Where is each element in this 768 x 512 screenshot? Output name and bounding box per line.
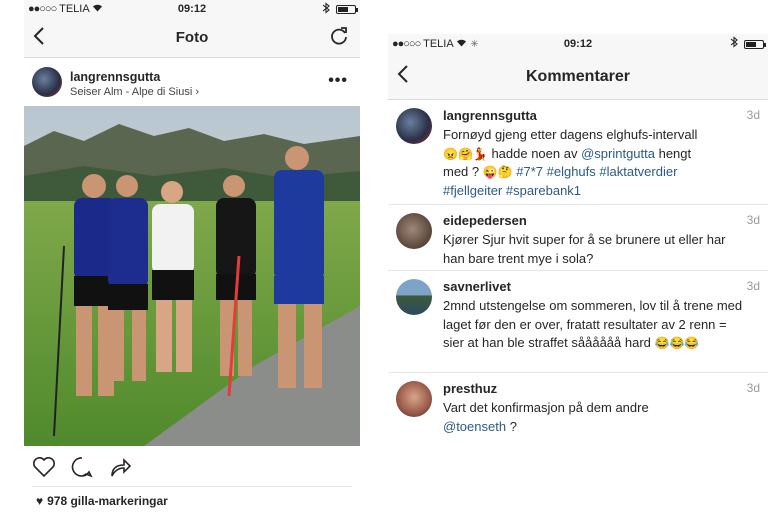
comment-text: Kjører Sjur hvit super for å se brunere … [443,232,726,266]
refresh-button[interactable] [328,25,350,47]
nav-title: Foto [175,29,209,46]
more-options-button[interactable]: ••• [328,72,348,90]
hashtag-links[interactable]: #fjellgeiter #sparebank1 [443,182,744,201]
nav-bar: Kommentarer [388,54,768,100]
comment-fragment: ? [506,418,517,434]
comment-item: presthuz 3d Vart det konfirmasjon på dem… [388,373,768,439]
post-username[interactable]: langrennsgutta [70,70,160,84]
comment-username[interactable]: presthuz [443,381,497,396]
emoji-group: 😂😂😂 [654,336,700,350]
post-actions [24,454,360,484]
comment-text: 2mnd utstengelse om sommeren, lov til å … [443,297,744,353]
comment-item: langrennsgutta 3d Fornøyd gjeng etter da… [388,100,768,205]
location-text: Seiser Alm - Alpe di Siusi [70,86,193,98]
emoji-group: 😠🤗💃 [443,146,488,161]
refresh-icon [331,27,347,45]
comment-item: eidepedersen 3d Kjører Sjur hvit super f… [388,205,768,271]
comment-time: 3d [746,213,760,227]
comment-line: @toenseth ? [443,418,744,437]
comment-username[interactable]: eidepedersen [443,213,527,228]
carrier-info: ●●○○○ TELIA [28,3,103,15]
carrier-name: TELIA [423,38,454,50]
group-photo-image [24,106,360,446]
post-photo[interactable] [24,106,360,446]
avatar[interactable] [396,381,432,417]
nav-bar: Foto [24,18,360,58]
comment-icon[interactable] [70,456,94,478]
status-bar: ●●○○○ TELIA 09:12 [24,0,360,18]
comment-fragment: hengt [654,145,692,161]
wifi-icon [456,38,470,50]
comment-line: med ? 😜🤔 #7*7 #elghufs #laktatverdier [443,163,744,182]
heart-icon[interactable] [32,456,56,478]
carrier-name: TELIA [59,3,90,15]
signal-icon: ●●○○○ [392,38,421,50]
avatar[interactable] [32,67,62,97]
post-location[interactable]: Seiser Alm - Alpe di Siusi › [70,86,199,98]
avatar[interactable] [396,108,432,144]
comment-text: Fornøyd gjeng etter dagens elghufs-inter… [443,126,744,200]
comment-text: Vart det konfirmasjon på dem andre @toen… [443,399,744,436]
wifi-icon [92,3,103,15]
loading-icon: ✳ [470,39,479,50]
comment-time: 3d [746,108,760,122]
comments-screen: ●●○○○ TELIA ✳ 09:12 Kommentarer langrenn… [388,34,768,512]
comment-item: savnerlivet 3d 2mnd utstengelse om somme… [388,271,768,373]
comment-username[interactable]: savnerlivet [443,279,511,294]
comment-fragment: med ? [443,164,483,179]
screenshot-root: ●●○○○ TELIA 09:12 Foto langrennsgutta Se… [0,0,768,512]
heart-small-icon: ♥ [36,494,44,508]
likes-count[interactable]: ♥ 978 gilla-markeringar [36,494,168,508]
comment-time: 3d [746,279,760,293]
status-time: 09:12 [177,3,207,15]
bluetooth-icon [322,2,330,17]
comment-list: langrennsgutta 3d Fornøyd gjeng etter da… [388,100,768,439]
comment-time: 3d [746,381,760,395]
divider [32,486,352,487]
avatar[interactable] [396,213,432,249]
emoji-group: 😜🤔 [482,165,513,179]
carrier-info: ●●○○○ TELIA ✳ [392,38,479,50]
comment-line: Fornøyd gjeng etter dagens elghufs-inter… [443,127,698,142]
post-header: langrennsgutta Seiser Alm - Alpe di Sius… [24,62,360,106]
mention-link[interactable]: @sprintgutta [581,146,655,161]
photo-screen: ●●○○○ TELIA 09:12 Foto langrennsgutta Se… [24,0,360,512]
status-bar: ●●○○○ TELIA ✳ 09:12 [388,34,768,54]
comment-username[interactable]: langrennsgutta [443,108,537,123]
avatar[interactable] [396,279,432,315]
chevron-right-icon: › [195,86,200,98]
nav-title: Kommentarer [525,68,631,85]
hashtag-links[interactable]: #7*7 #elghufs #laktatverdier [513,164,677,179]
comment-fragment: hadde noen av [487,145,582,161]
battery-icon [336,5,358,14]
likes-text: 978 gilla-markeringar [47,494,168,508]
comment-line: 😠🤗💃 hadde noen av @sprintgutta hengt [443,145,744,164]
mention-link[interactable]: @toenseth [443,419,506,434]
signal-icon: ●●○○○ [28,3,57,15]
bluetooth-icon [730,36,738,51]
status-time: 09:12 [563,38,593,50]
battery-icon [744,40,766,49]
share-icon[interactable] [108,456,132,478]
comment-line: Vart det konfirmasjon på dem andre [443,400,649,415]
